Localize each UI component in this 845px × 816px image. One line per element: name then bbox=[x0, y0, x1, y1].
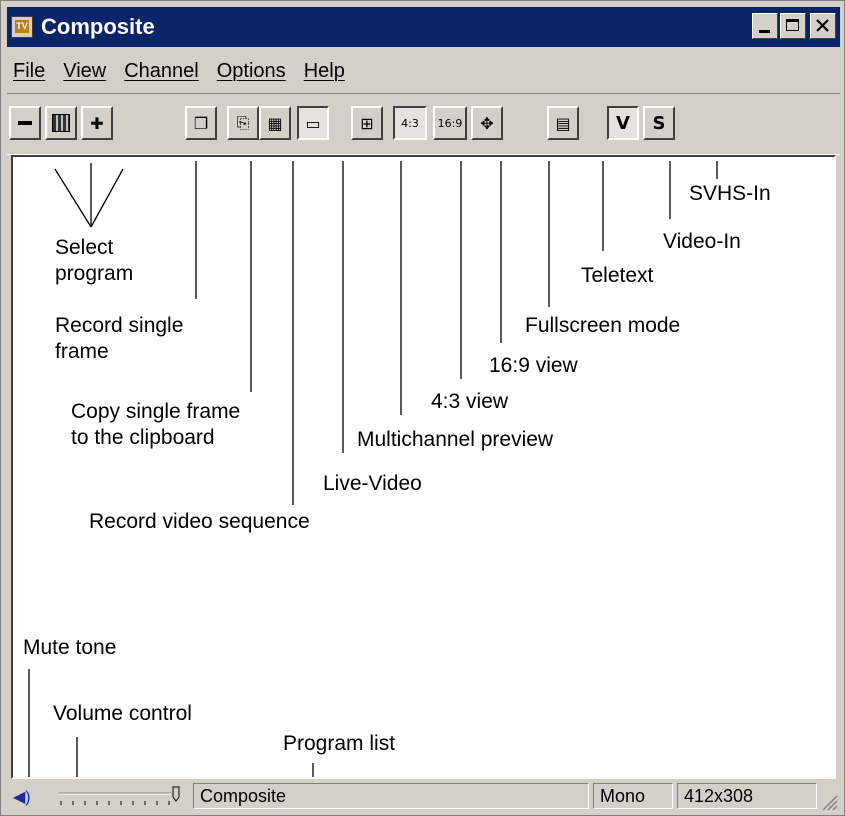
speaker-icon[interactable]: ◀) bbox=[13, 787, 31, 807]
previous-program-button[interactable] bbox=[9, 106, 41, 140]
audio-mode-panel: Mono bbox=[593, 783, 673, 809]
record-sequence-button[interactable]: ▦ bbox=[259, 106, 291, 140]
menu-help[interactable]: Help bbox=[304, 60, 345, 83]
title-bar[interactable]: TV Composite bbox=[7, 7, 840, 47]
callout-volume: Volume control bbox=[53, 702, 192, 725]
program-keypad-button[interactable] bbox=[45, 106, 77, 140]
status-bar: ◀) Composite Mono 412x308 bbox=[7, 781, 840, 813]
callout-video-in: Video-In bbox=[663, 230, 741, 253]
window-title: Composite bbox=[41, 14, 155, 39]
view-43-button[interactable]: 4:3 bbox=[393, 106, 427, 140]
view-169-button[interactable]: 16:9 bbox=[433, 106, 467, 140]
callout-fullscreen: Fullscreen mode bbox=[525, 314, 681, 337]
menu-view[interactable]: View bbox=[63, 60, 106, 83]
grid-icon: ⊞ bbox=[360, 113, 374, 133]
app-window: TV Composite File View Channel Options H… bbox=[0, 0, 845, 816]
tv-app-icon[interactable]: TV bbox=[11, 16, 33, 38]
maximize-icon bbox=[786, 19, 799, 31]
resize-grip-icon[interactable] bbox=[820, 793, 838, 811]
callout-teletext: Teletext bbox=[581, 264, 654, 287]
menu-file[interactable]: File bbox=[13, 60, 45, 83]
close-button[interactable] bbox=[810, 13, 836, 39]
callout-select-program: Select program bbox=[55, 236, 134, 285]
toolbar: ✚ ❐ ⎘ ▦ ▭ ⊞ 4:3 16:9 ✥ ▤ V S bbox=[7, 93, 840, 155]
fullscreen-button[interactable]: ✥ bbox=[471, 106, 503, 140]
volume-slider[interactable] bbox=[53, 785, 183, 809]
maximize-button[interactable] bbox=[780, 13, 806, 39]
teletext-button[interactable]: ▤ bbox=[547, 106, 579, 140]
callout-program-list: Program list bbox=[283, 732, 396, 755]
video-area[interactable]: Select program Record single frame Copy si… bbox=[11, 155, 836, 779]
teletext-icon: ▤ bbox=[555, 113, 571, 133]
callout-svhs-in: SVHS-In bbox=[689, 182, 771, 205]
copy-frame-button[interactable]: ⎘ bbox=[227, 106, 259, 140]
copy-icon: ⎘ bbox=[236, 113, 250, 132]
menu-bar: File View Channel Options Help bbox=[7, 53, 357, 89]
monitor-icon: ▭ bbox=[305, 113, 321, 133]
volume-thumb bbox=[172, 786, 180, 802]
callout-live-video: Live-Video bbox=[323, 472, 422, 495]
plus-icon: ✚ bbox=[90, 113, 104, 133]
close-icon bbox=[816, 19, 829, 32]
callout-record-sequence: Record video sequence bbox=[89, 510, 310, 533]
callout-view-43: 4:3 view bbox=[431, 390, 509, 413]
move-arrows-icon: ✥ bbox=[480, 113, 494, 133]
minimize-icon bbox=[759, 30, 770, 33]
menu-channel[interactable]: Channel bbox=[124, 60, 199, 83]
callout-view-169: 16:9 view bbox=[489, 354, 578, 377]
minus-icon bbox=[18, 121, 32, 125]
callout-copy-frame: Copy single frame to the clipboard bbox=[71, 400, 241, 449]
video-in-button[interactable]: V bbox=[607, 106, 639, 140]
keypad-icon bbox=[52, 114, 70, 132]
camera-frame-icon: ❐ bbox=[193, 113, 209, 133]
record-frame-button[interactable]: ❐ bbox=[185, 106, 217, 140]
program-list-panel[interactable]: Composite bbox=[193, 783, 589, 809]
svhs-in-button[interactable]: S bbox=[643, 106, 675, 140]
callout-multichannel: Multichannel preview bbox=[357, 428, 554, 451]
live-video-button[interactable]: ▭ bbox=[297, 106, 329, 140]
next-program-button[interactable]: ✚ bbox=[81, 106, 113, 140]
film-icon: ▦ bbox=[267, 113, 283, 133]
callout-mute: Mute tone bbox=[23, 636, 117, 659]
multichannel-button[interactable]: ⊞ bbox=[351, 106, 383, 140]
callout-record-single-frame: Record single frame bbox=[55, 314, 184, 363]
menu-options[interactable]: Options bbox=[217, 60, 286, 83]
minimize-button[interactable] bbox=[752, 13, 778, 39]
resolution-panel: 412x308 bbox=[677, 783, 817, 809]
